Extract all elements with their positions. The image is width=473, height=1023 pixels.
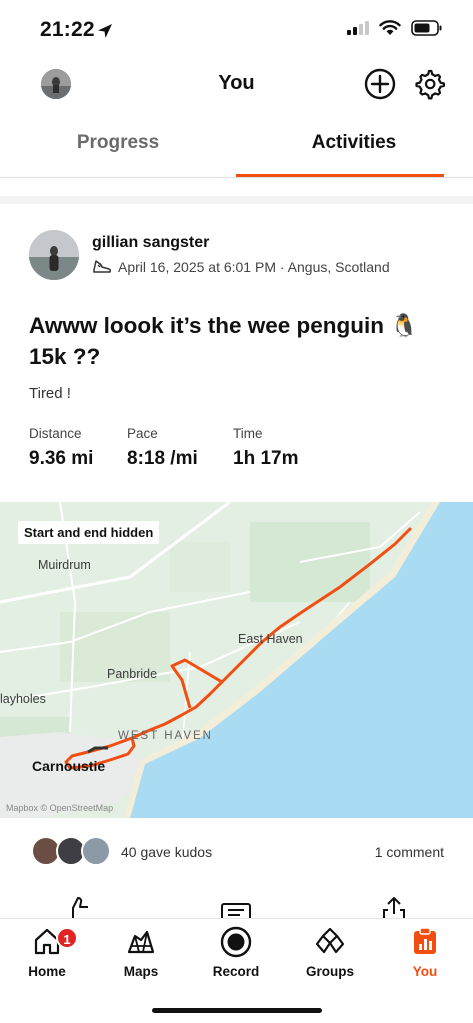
map-icon — [127, 930, 155, 954]
nav-you-label: You — [412, 964, 438, 979]
comment-count[interactable]: 1 comment — [375, 844, 444, 860]
section-separator — [0, 196, 473, 204]
nav-you[interactable]: You — [378, 926, 472, 979]
activity-meta: April 16, 2025 at 6:01 PM · Angus, Scotl… — [92, 258, 390, 276]
plus-circle-icon — [364, 68, 396, 100]
nav-maps[interactable]: Maps — [94, 926, 188, 979]
stat-time-label: Time — [233, 426, 263, 441]
nav-record[interactable]: Record — [189, 926, 283, 979]
place-label: Muirdrum — [38, 558, 91, 572]
activity-title[interactable]: Awww loook it’s the wee penguin 🐧 15k ?? — [29, 310, 449, 372]
signal-icon — [347, 21, 369, 35]
activity-description: Tired ! — [29, 385, 71, 402]
settings-button[interactable] — [411, 66, 447, 102]
stat-distance-value: 9.36 mi — [29, 448, 94, 469]
battery-icon — [411, 20, 442, 36]
gear-icon — [415, 69, 445, 100]
status-icons — [347, 20, 443, 36]
nav-groups[interactable]: Groups — [283, 926, 377, 979]
nav-record-label: Record — [212, 964, 260, 979]
page-title: You — [218, 72, 255, 94]
tab-activities[interactable]: Activities — [236, 132, 472, 154]
kudos-count[interactable]: 40 gave kudos — [121, 844, 212, 860]
home-indicator[interactable] — [152, 1008, 322, 1013]
stat-pace-value: 8:18 /mi — [127, 448, 198, 469]
activity-date-location: April 16, 2025 at 6:01 PM · Angus, Scotl… — [118, 259, 390, 275]
location-arrow-icon — [98, 24, 112, 38]
map-privacy-badge: Start and end hidden — [18, 521, 160, 544]
kudos-avatar[interactable] — [81, 836, 111, 866]
add-button[interactable] — [362, 66, 398, 102]
place-label: layholes — [0, 692, 46, 706]
shoe-icon — [93, 260, 112, 273]
notification-badge: 1 — [56, 927, 78, 949]
stat-distance-label: Distance — [29, 426, 82, 441]
map-attribution[interactable]: Mapbox © OpenStreetMap — [6, 803, 113, 813]
nav-home-label: Home — [28, 964, 66, 979]
place-label: Carnoustie — [32, 758, 106, 774]
place-label: WEST HAVEN — [118, 730, 213, 742]
nav-maps-label: Maps — [123, 964, 159, 979]
nav-home[interactable]: Home — [0, 926, 94, 979]
wifi-icon — [379, 20, 401, 35]
record-icon — [220, 926, 252, 958]
tab-progress[interactable]: Progress — [0, 132, 236, 154]
stat-time-value: 1h 17m — [233, 448, 299, 469]
active-tab-indicator — [236, 174, 444, 177]
athlete-photo — [29, 230, 79, 280]
nav-groups-label: Groups — [305, 964, 354, 979]
groups-icon — [315, 927, 345, 954]
tab-divider — [0, 177, 473, 178]
athlete-name[interactable]: gillian sangster — [92, 234, 209, 252]
stat-pace-label: Pace — [127, 426, 158, 441]
place-label: Panbride — [107, 667, 158, 681]
status-time: 21:22 — [40, 18, 95, 41]
athlete-avatar[interactable] — [29, 230, 79, 280]
place-label: East Haven — [238, 632, 303, 646]
you-icon — [414, 927, 436, 954]
app-root: 21:22 You Progress Activities gillian sa… — [0, 0, 473, 1023]
